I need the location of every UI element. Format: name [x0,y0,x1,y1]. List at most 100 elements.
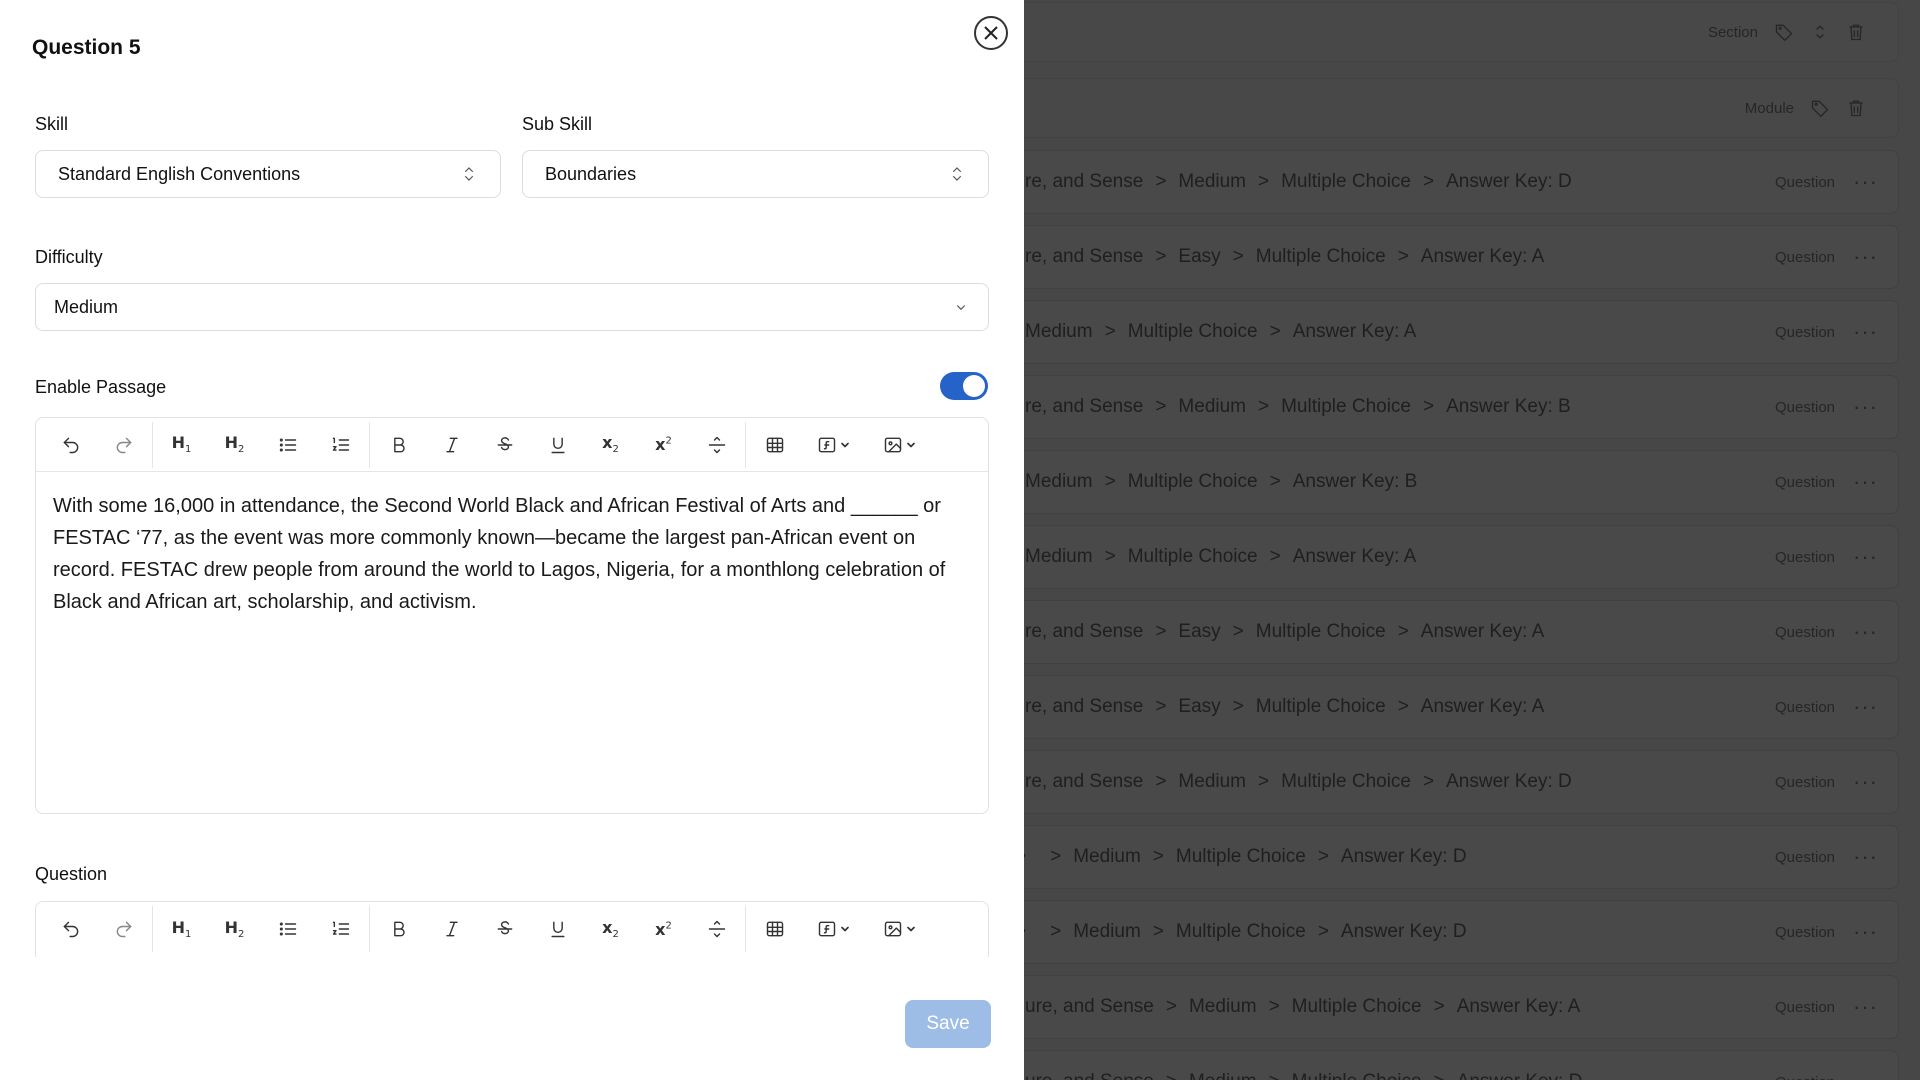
background-question-row: re, and Sense > Medium > Multiple Choice > Ans… [1024,375,1899,439]
heading-1-button[interactable]: H1 [155,425,208,465]
bullet-list-button[interactable] [261,425,314,465]
superscript-icon: x2 [655,435,672,454]
breadcrumb-separator: > [1232,621,1244,642]
bold-button[interactable] [372,425,425,465]
more-options-icon: ··· [1853,319,1878,344]
italic-icon [445,437,458,452]
breadcrumb-item: Multiple Choice [1175,921,1306,942]
row-breadcrumb: re, and Sense > Medium > Multiple Choice > Ans… [1025,171,1572,193]
subscript-button[interactable]: x2 [584,425,637,465]
breadcrumb-item: Medium [1025,546,1093,567]
close-icon [984,26,998,40]
close-button[interactable] [974,16,1008,50]
toolbar-divider [152,421,153,468]
table-button[interactable] [748,909,801,949]
subscript-button[interactable]: x2 [584,909,637,949]
breadcrumb-separator: > [1258,171,1270,192]
italic-icon [445,921,458,937]
difficulty-select[interactable]: Medium [35,283,989,331]
bullet-list-button[interactable] [261,909,314,949]
difficulty-value: Medium [54,296,119,317]
breadcrumb-separator: > [1397,246,1409,267]
undo-button[interactable] [44,909,97,949]
breadcrumb-item: Multiple Choice [1281,396,1412,417]
italic-button[interactable] [425,909,478,949]
breadcrumb-separator: > [1423,771,1435,792]
breadcrumb-item: Multiple Choice [1255,696,1386,717]
ordered-list-icon [332,437,349,451]
toolbar-divider [369,906,370,952]
horizontal-rule-icon [708,920,725,938]
breadcrumb-item: Answer Key: B [1446,396,1571,417]
row-type-label: Question [1774,473,1836,491]
strikethrough-button[interactable] [478,425,531,465]
superscript-button[interactable]: x2 [637,909,690,949]
heading-2-button[interactable]: H2 [208,909,261,949]
underline-button[interactable] [531,425,584,465]
row-type-label: Question [1774,698,1836,716]
background-question-row: Medium > Multiple Choice > Answer Key: A Ques… [1024,300,1899,364]
more-options-icon: ··· [1853,244,1878,269]
redo-icon [116,921,131,938]
sub-skill-select[interactable]: Boundaries [522,150,989,198]
strikethrough-button[interactable] [478,909,531,949]
breadcrumb-separator: > [1024,921,1026,942]
module-header: Module [1024,78,1899,138]
table-button[interactable] [748,425,801,465]
background-question-row: re, and Sense > Medium > Multiple Choice > Ans… [1024,750,1899,814]
underline-icon [550,437,565,453]
heading-2-button[interactable]: H2 [208,425,261,465]
image-button[interactable] [867,425,933,465]
difficulty-label: Difficulty [35,247,103,267]
enable-passage-label: Enable Passage [35,377,167,397]
enable-passage-toggle[interactable] [940,372,988,400]
image-icon [884,437,902,452]
toolbar-divider [745,421,746,468]
row-type-label: Question [1774,923,1836,941]
breadcrumb-item: Multiple Choice [1292,1071,1422,1080]
bullet-list-icon [279,437,296,452]
save-button[interactable]: Save [905,1000,991,1048]
skill-label: Skill [35,114,69,134]
breadcrumb-item: Answer Key: D [1340,921,1467,942]
redo-button[interactable] [97,425,150,465]
underline-button[interactable] [531,909,584,949]
breadcrumb-item: Easy [1178,246,1221,267]
chevron-down-icon [907,926,915,932]
row-breadcrumb: Medium > Multiple Choice > Answer Key: A [1025,321,1416,343]
ordered-list-button[interactable] [314,425,367,465]
formula-button[interactable] [801,909,867,949]
breadcrumb-item: re, and Sense [1025,396,1144,417]
breadcrumb-item: Answer Key: A [1292,321,1417,342]
breadcrumb-item: Multiple Choice [1127,471,1258,492]
question-toolbar: H1 H2 x2 x2 [36,902,988,956]
superscript-button[interactable]: x2 [637,425,690,465]
table-icon [766,921,783,937]
image-button[interactable] [867,909,933,949]
heading-1-button[interactable]: H1 [155,909,208,949]
superscript-icon: x2 [655,919,672,939]
breadcrumb-separator: > [1050,846,1062,867]
breadcrumb-separator: > [1155,396,1167,417]
passage-toolbar: H1 H2 x2 x2 [36,418,988,472]
breadcrumb-separator: > [1317,846,1329,867]
passage-text-area[interactable]: With some 16,000 in attendance, the Seco… [36,472,988,813]
italic-button[interactable] [425,425,478,465]
breadcrumb-separator: > [1165,996,1177,1017]
undo-button[interactable] [44,425,97,465]
subscript-icon: x2 [602,917,619,941]
bold-button[interactable] [372,909,425,949]
question-editor: H1 H2 x2 x2 [35,901,989,957]
horizontal-rule-button[interactable] [690,425,743,465]
bold-icon [393,921,405,937]
redo-button[interactable] [97,909,150,949]
toolbar-divider [745,906,746,952]
formula-button[interactable] [801,425,867,465]
horizontal-rule-button[interactable] [690,909,743,949]
bullet-list-icon [279,922,296,936]
breadcrumb-separator: > [1104,471,1116,492]
section-label: Section [1707,23,1758,41]
breadcrumb-separator: > [1269,471,1281,492]
skill-select[interactable]: Standard English Conventions [35,150,501,198]
ordered-list-button[interactable] [314,909,367,949]
